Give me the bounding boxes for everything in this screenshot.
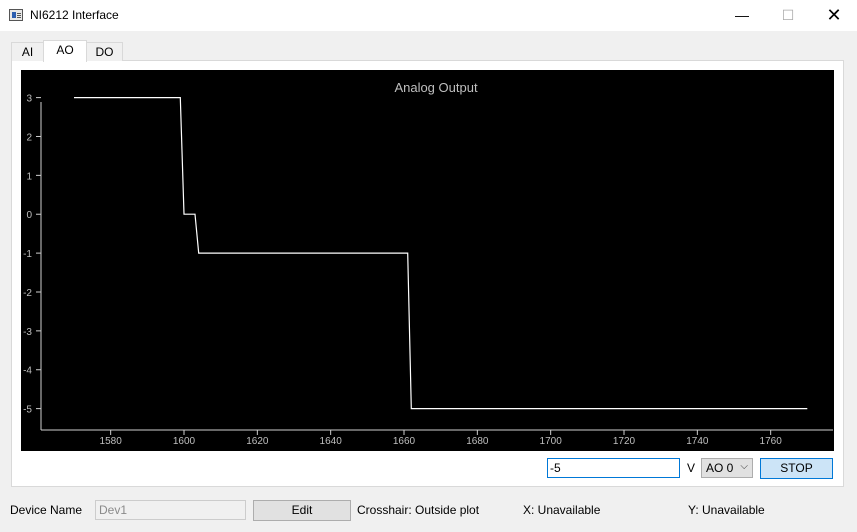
x-coordinate-status: X: Unavailable: [523, 503, 601, 517]
x-tick-label: 1680: [466, 436, 489, 447]
plot-canvas[interactable]: Analog Output 3 2 1 0 -1 -2 -3 -4 -5 1580 1600 1620 1…: [21, 70, 834, 451]
analog-output-plot[interactable]: Analog Output 3 2 1 0 -1 -2 -3 -4 -5 1580 1600 1620 1…: [21, 70, 834, 451]
unit-label: V: [687, 461, 696, 475]
y-tick-label: 2: [26, 132, 32, 143]
crosshair-status: Crosshair: Outside plot: [357, 503, 480, 517]
x-tick-label: 1760: [760, 436, 783, 447]
device-name-field[interactable]: [95, 500, 246, 520]
y-tick-label: 0: [26, 210, 32, 221]
title-bar[interactable]: NI6212 Interface — ☐ ✕: [0, 0, 857, 31]
window-title: NI6212 Interface: [30, 8, 119, 22]
x-tick-label: 1720: [613, 436, 636, 447]
x-tick-label: 1640: [320, 436, 343, 447]
edit-button[interactable]: Edit: [253, 500, 351, 521]
app-icon: [9, 9, 23, 21]
tab-ao[interactable]: AO: [43, 40, 87, 62]
y-tick-label: 1: [26, 171, 32, 182]
chart-title: Analog Output: [394, 80, 478, 95]
close-button[interactable]: ✕: [811, 0, 857, 31]
stop-button[interactable]: STOP: [760, 458, 833, 479]
x-tick-label: 1740: [686, 436, 709, 447]
tab-ai[interactable]: AI: [11, 42, 44, 61]
channel-select[interactable]: AO 0 ⌵: [701, 458, 753, 478]
y-tick-label: -2: [23, 288, 32, 299]
x-tick-label: 1660: [393, 436, 416, 447]
maximize-button[interactable]: ☐: [765, 0, 811, 31]
minimize-button[interactable]: —: [719, 0, 765, 31]
channel-select-value: AO 0: [706, 461, 734, 475]
chevron-down-icon: ⌵: [740, 461, 748, 472]
series-line-0: [74, 97, 808, 410]
output-value-input[interactable]: [547, 458, 680, 478]
y-tick-label: -5: [23, 405, 32, 416]
device-name-label: Device Name: [10, 503, 83, 517]
y-tick-label: -1: [23, 249, 32, 260]
x-tick-label: 1620: [246, 436, 269, 447]
y-tick-label: 3: [26, 94, 32, 105]
x-tick-label: 1600: [173, 436, 196, 447]
x-tick-label: 1700: [540, 436, 563, 447]
y-coordinate-status: Y: Unavailable: [688, 503, 765, 517]
y-tick-label: -4: [23, 366, 32, 377]
y-tick-label: -3: [23, 327, 32, 338]
x-tick-label: 1580: [100, 436, 123, 447]
tab-do[interactable]: DO: [86, 42, 123, 61]
